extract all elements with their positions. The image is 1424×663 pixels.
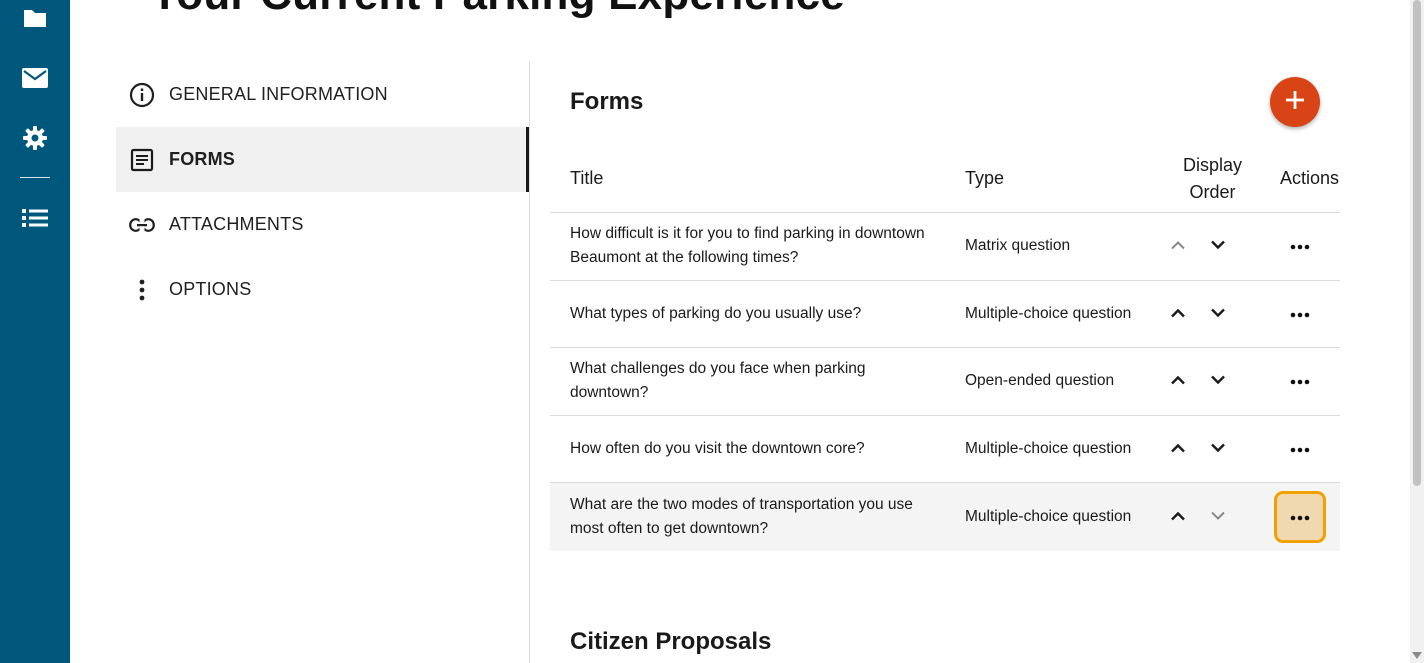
- form-type: Matrix question: [965, 237, 1071, 255]
- more-horizontal-icon: [1290, 234, 1310, 258]
- more-horizontal-icon: [1290, 505, 1310, 529]
- nav-item-forms[interactable]: FORMS: [116, 127, 529, 192]
- chevron-down-icon: [1210, 505, 1226, 529]
- gear-icon[interactable]: [0, 114, 70, 162]
- list-icon[interactable]: [0, 194, 70, 242]
- table-row: What are the two modes of transportation…: [550, 483, 1340, 551]
- plus-icon: [1285, 90, 1305, 115]
- nav-item-label: GENERAL INFORMATION: [169, 84, 388, 104]
- chevron-up-icon: [1170, 234, 1186, 258]
- nav-item-attachments[interactable]: ATTACHMENTS: [116, 192, 529, 257]
- scrollbar-thumb[interactable]: [1413, 0, 1421, 486]
- move-up-button[interactable]: [1164, 435, 1192, 463]
- chevron-down-icon: [1210, 437, 1226, 461]
- more-vertical-icon: [128, 276, 156, 304]
- display-order-controls: [1135, 367, 1260, 395]
- page-title: Your Current Parking Experience: [150, 0, 845, 20]
- form-title[interactable]: What types of parking do you usually use…: [550, 302, 965, 326]
- chevron-down-icon: [1210, 234, 1226, 258]
- display-order-controls: [1135, 503, 1260, 531]
- section-divider: [529, 62, 530, 663]
- move-down-button[interactable]: [1204, 503, 1232, 531]
- more-horizontal-icon: [1290, 369, 1310, 393]
- chevron-down-icon: [1210, 369, 1226, 393]
- form-title[interactable]: How difficult is it for you to find park…: [550, 222, 965, 270]
- nav-item-general-information[interactable]: GENERAL INFORMATION: [116, 62, 529, 127]
- chevron-down-icon: [1210, 302, 1226, 326]
- add-form-button[interactable]: [1270, 77, 1320, 127]
- column-header-display-order[interactable]: Display Order: [1135, 152, 1260, 206]
- section-nav: GENERAL INFORMATION FORMS ATTACHMENTS OP…: [116, 62, 529, 322]
- form-type: Multiple-choice question: [965, 439, 1132, 457]
- table-row: What challenges do you face when parking…: [550, 348, 1340, 416]
- table-header: Title Type Display Order Actions: [550, 145, 1340, 213]
- display-order-controls: [1135, 232, 1260, 260]
- chevron-up-icon: [1170, 369, 1186, 393]
- chevron-up-icon: [1170, 437, 1186, 461]
- form-title[interactable]: What are the two modes of transportation…: [550, 493, 965, 541]
- display-order-controls: [1135, 300, 1260, 328]
- move-down-button[interactable]: [1204, 435, 1232, 463]
- row-actions-button[interactable]: [1280, 226, 1320, 266]
- chevron-up-icon: [1170, 302, 1186, 326]
- move-down-button[interactable]: [1204, 367, 1232, 395]
- form-title[interactable]: What challenges do you face when parking…: [550, 357, 965, 405]
- citizen-proposals-heading: Citizen Proposals: [570, 628, 772, 655]
- link-icon: [128, 211, 156, 239]
- form-type: Open-ended question: [965, 372, 1115, 390]
- nav-item-label: OPTIONS: [169, 279, 252, 299]
- move-up-button[interactable]: [1164, 300, 1192, 328]
- nav-item-label: ATTACHMENTS: [169, 214, 304, 234]
- document-icon: [128, 146, 156, 174]
- scroll-down-icon[interactable]: [1412, 652, 1422, 659]
- move-down-button[interactable]: [1204, 232, 1232, 260]
- column-header-display-order-line2: Order: [1189, 181, 1236, 202]
- folder-icon[interactable]: [0, 0, 70, 42]
- more-horizontal-icon: [1290, 302, 1310, 326]
- nav-item-label: FORMS: [169, 149, 235, 169]
- display-order-controls: [1135, 435, 1260, 463]
- row-actions-button[interactable]: [1280, 361, 1320, 401]
- form-type: Multiple-choice question: [965, 507, 1132, 525]
- table-row: How often do you visit the downtown core…: [550, 416, 1340, 483]
- row-actions-button[interactable]: [1274, 490, 1326, 543]
- move-up-button[interactable]: [1164, 232, 1192, 260]
- column-header-title[interactable]: Title: [550, 168, 965, 189]
- column-header-actions: Actions: [1280, 168, 1340, 188]
- page-scrollbar[interactable]: [1410, 0, 1424, 663]
- row-actions-button[interactable]: [1280, 294, 1320, 334]
- forms-heading: Forms: [570, 88, 644, 115]
- row-actions-button[interactable]: [1280, 429, 1320, 469]
- mail-icon[interactable]: [0, 54, 70, 102]
- table-row: What types of parking do you usually use…: [550, 281, 1340, 348]
- move-down-button[interactable]: [1204, 300, 1232, 328]
- rail-divider: [20, 177, 50, 178]
- form-type: Multiple-choice question: [965, 304, 1132, 322]
- form-title[interactable]: How often do you visit the downtown core…: [550, 437, 965, 461]
- move-up-button[interactable]: [1164, 367, 1192, 395]
- table-row: How difficult is it for you to find park…: [550, 213, 1340, 281]
- forms-table: Title Type Display Order Actions How dif…: [550, 145, 1340, 551]
- app-rail: [0, 0, 70, 663]
- chevron-up-icon: [1170, 505, 1186, 529]
- column-header-type[interactable]: Type: [965, 168, 1135, 189]
- more-horizontal-icon: [1290, 437, 1310, 461]
- nav-item-options[interactable]: OPTIONS: [116, 257, 529, 322]
- move-up-button[interactable]: [1164, 503, 1192, 531]
- info-icon: [128, 81, 156, 109]
- column-header-display-order-line1: Display: [1182, 154, 1243, 175]
